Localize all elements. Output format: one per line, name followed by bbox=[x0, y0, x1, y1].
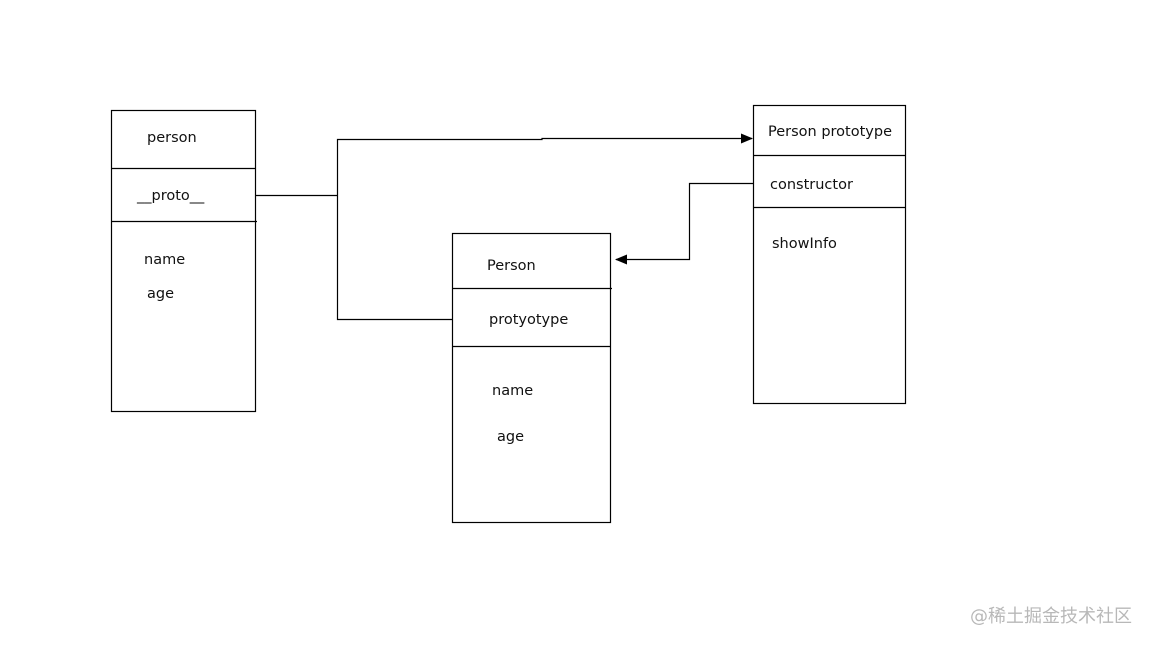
prototype-method: showInfo bbox=[772, 236, 837, 252]
prototype-box bbox=[752, 104, 907, 405]
watermark: @稀土掘金技术社区 bbox=[970, 606, 1132, 627]
prototype-diagram: person __proto__ name age Person protyot… bbox=[110, 104, 907, 524]
instance-title: person bbox=[147, 130, 197, 146]
instance-field: name bbox=[144, 252, 185, 268]
prototype-constructor-field: constructor bbox=[770, 177, 853, 193]
constructor-arrow bbox=[615, 182, 753, 265]
instance-field: age bbox=[147, 286, 174, 302]
constructor-box bbox=[451, 232, 612, 524]
instance-proto-field: __proto__ bbox=[136, 188, 205, 204]
constructor-field: age bbox=[497, 429, 524, 445]
constructor-prototype-field: protyotype bbox=[489, 312, 568, 328]
prototype-title: Person prototype bbox=[768, 124, 892, 140]
constructor-field: name bbox=[492, 383, 533, 399]
constructor-title: Person bbox=[487, 258, 536, 274]
